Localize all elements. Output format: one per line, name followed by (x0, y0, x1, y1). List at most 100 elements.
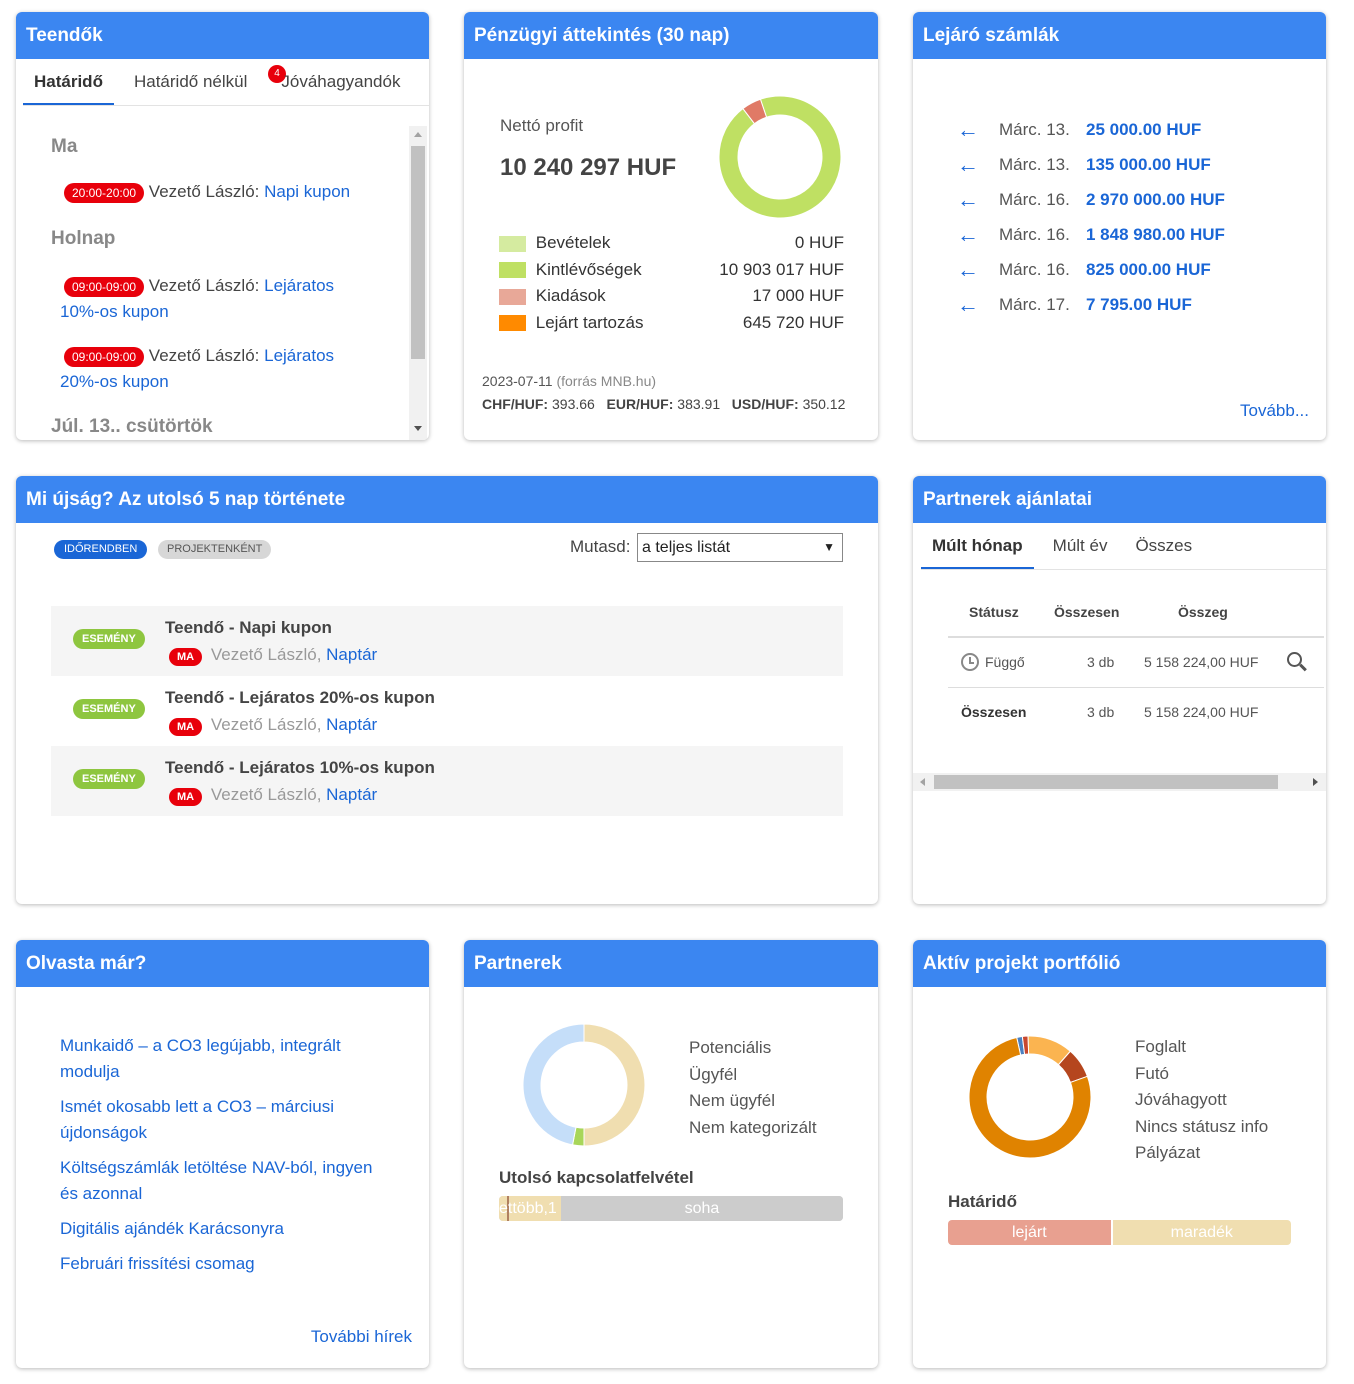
search-icon[interactable] (1287, 652, 1307, 672)
total-sum: 5 158 224,00 HUF (1144, 704, 1259, 720)
tab-hatarido-nelkul[interactable]: Határidő nélkül 4 (123, 59, 286, 105)
legend-item: Potenciális (689, 1038, 772, 1057)
invoice-amount[interactable]: 2 970 000.00 HUF (1086, 190, 1225, 210)
todo-person: Vezető László: (148, 276, 260, 295)
invoice-row[interactable]: ← Márc. 17. 7 795.00 HUF (957, 287, 1225, 322)
arrow-left-icon: ← (957, 186, 979, 212)
invoice-row[interactable]: ← Márc. 16. 1 848 980.00 HUF (957, 217, 1225, 252)
scrollbar-thumb[interactable] (934, 775, 1278, 789)
todo-person: Vezető László: (148, 346, 260, 365)
net-profit-label: Nettó profit (500, 116, 584, 135)
invoice-amount[interactable]: 135 000.00 HUF (1086, 155, 1211, 175)
todo-link-napi-kupon[interactable]: Napi kupon (264, 182, 350, 201)
horizontal-scrollbar[interactable] (913, 773, 1326, 791)
usd-value: 350.12 (802, 396, 846, 412)
news-link-line2[interactable]: modulja (60, 1062, 120, 1081)
event-row[interactable]: ESEMÉNY Teendő - Lejáratos 20%-os kupon … (51, 676, 843, 746)
filter-by-project[interactable]: PROJEKTENKÉNT (158, 540, 272, 559)
news-item[interactable]: Munkaidő – a CO3 legújabb, integrált mod… (60, 1033, 372, 1085)
due-invoices-card: Lejáró számlák ← Márc. 13. 25 000.00 HUF… (913, 12, 1326, 440)
legend-swatch (499, 288, 526, 305)
today-badge: MA (169, 788, 203, 806)
more-news-link[interactable]: További hírek (311, 1327, 412, 1347)
todo-link-lejaratos-10[interactable]: Lejáratos (264, 276, 334, 295)
news-link-line2[interactable]: és azonnal (60, 1184, 142, 1203)
scroll-up-arrow-icon[interactable] (414, 132, 422, 137)
event-row[interactable]: ESEMÉNY Teendő - Lejáratos 10%-os kupon … (51, 746, 843, 816)
finance-card-title: Pénzügyi áttekintés (30 nap) (464, 12, 878, 59)
chevron-down-icon: ▼ (823, 540, 835, 554)
news-link-line2[interactable]: újdonságok (60, 1123, 147, 1142)
todo-card-title: Teendők (16, 12, 429, 59)
event-link-naptar[interactable]: Naptár (326, 785, 377, 804)
news-link-line1[interactable]: Ismét okosabb lett a CO3 – márciusi (60, 1097, 334, 1116)
bar-label-never: soha (684, 1200, 720, 1217)
scrollbar-thumb[interactable] (411, 146, 425, 359)
todo-scrollbar[interactable] (409, 126, 427, 440)
finance-legend: Bevételek 0 HUF Kintlévőségek 10 903 017… (499, 230, 844, 336)
invoice-row[interactable]: ← Márc. 13. 25 000.00 HUF (957, 112, 1225, 147)
offers-table: Státusz Összesen Összeg Függő 3 db 5 158… (948, 594, 1324, 738)
tab-mult-honap[interactable]: Múlt hónap (921, 523, 1034, 569)
invoice-row[interactable]: ← Márc. 16. 2 970 000.00 HUF (957, 182, 1225, 217)
invoice-amount[interactable]: 7 795.00 HUF (1086, 295, 1192, 315)
bar-segment-recent: ettöbb,1 (499, 1196, 561, 1221)
event-person: Vezető László, (210, 785, 322, 804)
event-link-naptar[interactable]: Naptár (326, 645, 377, 664)
today-badge: MA (169, 718, 203, 736)
legend-swatch (499, 235, 526, 252)
filter-chronological[interactable]: IDŐRENDBEN (54, 540, 148, 559)
invoice-amount[interactable]: 25 000.00 HUF (1086, 120, 1201, 140)
legend-item: Pályázat (1135, 1143, 1201, 1162)
news-link-line1[interactable]: Munkaidő – a CO3 legújabb, integrált (60, 1036, 341, 1055)
todo-link-lejaratos-10-line2[interactable]: 10%-os kupon (60, 302, 169, 321)
news-item[interactable]: Költségszámlák letöltése NAV-ból, ingyen… (60, 1155, 372, 1207)
legend-item: Nem ügyfél (689, 1091, 775, 1110)
arrow-left-icon: ← (957, 151, 979, 177)
event-row[interactable]: ESEMÉNY Teendő - Napi kupon MA Vezető Lá… (51, 606, 843, 676)
finance-donut-chart (718, 95, 842, 219)
tab-hatarido-nelkul-label: Határidő nélkül (133, 72, 248, 91)
scroll-left-arrow-icon[interactable] (920, 778, 925, 786)
todo-link-lejaratos-20-line2[interactable]: 20%-os kupon (60, 372, 169, 391)
invoice-date: Márc. 13. (999, 154, 1070, 174)
news-item[interactable]: Februári frissítési csomag (60, 1251, 372, 1277)
rates-source: (forrás MNB.hu) (556, 373, 657, 389)
news-link[interactable]: Februári frissítési csomag (60, 1254, 255, 1273)
show-select[interactable]: a teljes listát ▼ (637, 533, 843, 562)
news-item[interactable]: Ismét okosabb lett a CO3 – márciusi újdo… (60, 1094, 372, 1146)
clock-icon (961, 653, 979, 671)
tab-osszes[interactable]: Összes (1124, 523, 1203, 569)
news-link[interactable]: Digitális ajándék Karácsonyra (60, 1219, 284, 1238)
todo-list: Ma 20:00-20:00 Vezető László: Napi kupon… (16, 126, 409, 432)
scroll-down-arrow-icon[interactable] (414, 426, 422, 431)
invoice-row[interactable]: ← Márc. 13. 135 000.00 HUF (957, 147, 1225, 182)
legend-label: Kintlévőségek (535, 259, 642, 279)
todo-link-lejaratos-20[interactable]: Lejáratos (264, 346, 334, 365)
chf-label: CHF/HUF: (482, 396, 549, 412)
bar-segment-remaining: maradék (1112, 1220, 1291, 1245)
tab-mult-ev[interactable]: Múlt év (1042, 523, 1119, 569)
time-badge: 09:00-09:00 (64, 346, 145, 367)
tab-jovahagyandok[interactable]: Jóváhagyandók (270, 59, 411, 105)
scroll-right-arrow-icon[interactable] (1313, 778, 1318, 786)
invoice-amount[interactable]: 1 848 980.00 HUF (1086, 225, 1225, 245)
legend-swatch (499, 315, 526, 332)
due-invoices-title: Lejáró számlák (913, 12, 1326, 59)
tab-hatarido[interactable]: Határidő (23, 59, 114, 105)
news-link-line1[interactable]: Költségszámlák letöltése NAV-ból, ingyen (60, 1158, 372, 1177)
group-holnap: Holnap (51, 228, 116, 249)
invoice-row[interactable]: ← Márc. 16. 825 000.00 HUF (957, 252, 1225, 287)
invoice-amount[interactable]: 825 000.00 HUF (1086, 260, 1211, 280)
exchange-rates: CHF/HUF: 393.66 EUR/HUF: 383.91 USD/HUF:… (482, 396, 845, 412)
event-tag: ESEMÉNY (73, 769, 145, 789)
event-link-naptar[interactable]: Naptár (326, 715, 377, 734)
event-meta: MA Vezető László, Naptár (169, 785, 377, 806)
news-item[interactable]: Digitális ajándék Karácsonyra (60, 1216, 372, 1242)
show-select-value: a teljes listát (642, 539, 731, 556)
invoice-date: Márc. 16. (999, 189, 1070, 209)
event-tag: ESEMÉNY (73, 699, 145, 719)
partners-card: Partnerek Potenciális Ügyfél Nem ügyfél … (464, 940, 878, 1368)
legend-label: Bevételek (535, 233, 611, 252)
more-invoices-link[interactable]: Tovább... (1240, 401, 1309, 421)
